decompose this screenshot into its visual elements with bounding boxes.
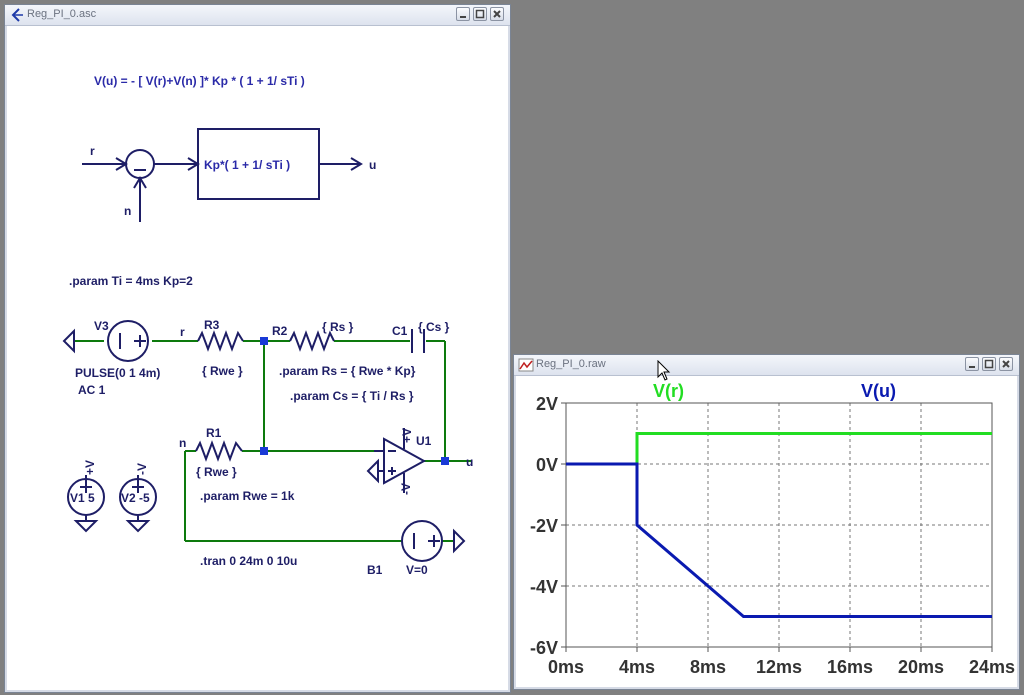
maximize-icon (475, 9, 485, 19)
tran-directive[interactable]: .tran 0 24m 0 10u (200, 554, 297, 568)
net-r-label: r (180, 325, 185, 339)
params-directive[interactable]: .param Ti = 4ms Kp=2 (69, 274, 193, 288)
x-tick-label: 24ms (969, 657, 1015, 677)
equation-text: V(u) = - [ V(r)+V(n) ]* Kp * ( 1 + 1/ sT… (94, 74, 305, 88)
v3-source[interactable] (107, 320, 149, 362)
plot-titlebar[interactable]: Reg_PI_0.raw (514, 355, 1019, 376)
r2-label: R2 (272, 324, 288, 338)
u1-plus-v: +V (400, 428, 414, 443)
block-input-n: n (124, 204, 131, 218)
x-tick-label: 4ms (619, 657, 655, 677)
v3-label: V3 (94, 319, 109, 333)
y-tick-label: 0V (536, 455, 558, 475)
schematic-title: Reg_PI_0.asc (27, 8, 97, 20)
schematic-window[interactable]: Reg_PI_0.asc V(u) = - [ V(r)+V(n) ]* Kp … (4, 4, 511, 693)
close-icon (493, 10, 501, 18)
r2-resistor[interactable] (289, 330, 335, 352)
plot-maximize-button[interactable] (982, 357, 996, 371)
net-u-label: u (466, 455, 473, 469)
param-cs-directive[interactable]: .param Cs = { Ti / Rs } (290, 389, 414, 403)
r3-value: { Rwe } (202, 364, 243, 378)
u1-label: U1 (416, 434, 432, 448)
r1-label: R1 (206, 426, 222, 440)
v3-pulse-label: PULSE(0 1 4m) (75, 366, 160, 380)
block-output-u: u (369, 158, 376, 172)
schematic-drawing[interactable]: V(u) = - [ V(r)+V(n) ]* Kp * ( 1 + 1/ sT… (8, 27, 507, 689)
minimize-button[interactable] (456, 7, 470, 21)
x-tick-label: 16ms (827, 657, 873, 677)
maximize-icon (984, 359, 994, 369)
block-input-r: r (90, 144, 95, 158)
x-tick-label: 12ms (756, 657, 802, 677)
r1-resistor[interactable] (195, 440, 243, 462)
close-button[interactable] (490, 7, 504, 21)
b1-source[interactable] (401, 520, 443, 562)
v3-ac-label: AC 1 (78, 383, 106, 397)
plot-close-button[interactable] (999, 357, 1013, 371)
y-tick-label: 2V (536, 394, 558, 414)
plot-canvas[interactable]: V(r) V(u) 0ms 4ms 8ms 12ms 16ms 20ms 24ms 2V 0V -… (517, 377, 1016, 686)
x-tick-label: 20ms (898, 657, 944, 677)
x-tick-label: 0ms (548, 657, 584, 677)
x-tick-label: 8ms (690, 657, 726, 677)
r3-label: R3 (204, 318, 220, 332)
waveform-app-icon (518, 358, 534, 372)
close-icon (1002, 360, 1010, 368)
b1-label: B1 (367, 563, 383, 577)
series-line-vu (566, 462, 992, 618)
schematic-app-icon (11, 8, 23, 22)
v2-label: V2 -5 (121, 491, 150, 505)
y-tick-label: -6V (530, 638, 558, 658)
param-rs-directive[interactable]: .param Rs = { Rwe * Kp} (279, 364, 416, 378)
minimize-icon (460, 16, 466, 18)
v1-plus-v: +V (83, 460, 97, 475)
schematic-canvas[interactable]: V(u) = - [ V(r)+V(n) ]* Kp * ( 1 + 1/ sT… (8, 27, 507, 689)
trace-label-vr[interactable]: V(r) (653, 381, 684, 401)
u1-minus-v: -V (399, 483, 413, 495)
b1-value: V=0 (406, 563, 428, 577)
r2-value: { Rs } (322, 320, 354, 334)
r3-resistor[interactable] (197, 330, 244, 352)
v1-label: V1 5 (70, 491, 95, 505)
plot-window[interactable]: Reg_PI_0.raw V(r) V(u) 0ms 4ms 8ms 12ms 16ms… (513, 354, 1020, 690)
c1-label: C1 (392, 324, 408, 338)
block-transfer-function: Kp*( 1 + 1/ sTi ) (204, 158, 290, 172)
waveform-plot[interactable]: V(r) V(u) 0ms 4ms 8ms 12ms 16ms 20ms 24ms 2V 0V -… (517, 377, 1016, 686)
c1-value: { Cs } (418, 320, 450, 334)
minimize-icon (969, 366, 975, 368)
trace-label-vu[interactable]: V(u) (861, 381, 896, 401)
param-rwe-directive[interactable]: .param Rwe = 1k (200, 489, 295, 503)
maximize-button[interactable] (473, 7, 487, 21)
plot-title: Reg_PI_0.raw (536, 358, 606, 370)
net-n-label: n (179, 436, 186, 450)
y-tick-label: -2V (530, 516, 558, 536)
schematic-titlebar[interactable]: Reg_PI_0.asc (5, 5, 510, 26)
mouse-cursor-icon (657, 360, 671, 381)
r1-value: { Rwe } (196, 465, 237, 479)
plot-minimize-button[interactable] (965, 357, 979, 371)
v2-minus-v: -V (135, 463, 149, 475)
y-tick-label: -4V (530, 577, 558, 597)
